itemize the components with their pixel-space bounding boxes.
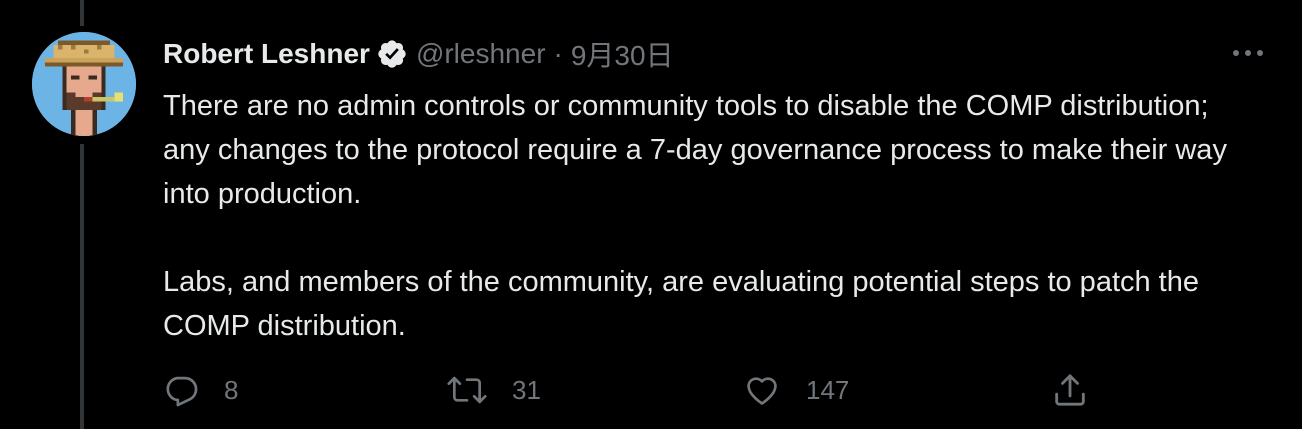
retweet-count: 31 <box>512 374 541 405</box>
verified-badge-icon <box>376 38 408 70</box>
tweet-date[interactable]: 9月30日 <box>571 34 674 74</box>
share-button[interactable] <box>1050 368 1090 412</box>
tweet-text: There are no admin controls or community… <box>163 84 1243 348</box>
more-icon <box>1233 50 1263 56</box>
like-button[interactable]: 147 <box>742 368 849 412</box>
author-display-name[interactable]: Robert Leshner <box>163 38 370 70</box>
tweet[interactable]: Robert Leshner @rleshner · 9月30日 There a… <box>0 0 1302 429</box>
retweet-button[interactable]: 31 <box>446 368 541 412</box>
tweet-paragraph: There are no admin controls or community… <box>163 90 1227 210</box>
reply-icon <box>166 376 198 407</box>
reply-count: 8 <box>224 374 239 405</box>
heart-icon <box>747 377 777 405</box>
thread-line <box>80 144 84 429</box>
reply-button[interactable]: 8 <box>162 368 238 412</box>
separator-dot: · <box>553 38 563 69</box>
more-options-button[interactable] <box>1226 38 1270 68</box>
tweet-paragraph: Labs, and members of the community, are … <box>163 266 1199 342</box>
tweet-header: Robert Leshner @rleshner · 9月30日 <box>163 36 674 72</box>
author-handle[interactable]: @rleshner <box>416 38 546 70</box>
like-count: 147 <box>806 374 850 405</box>
avatar[interactable] <box>32 32 136 136</box>
share-icon <box>1055 374 1085 406</box>
retweet-icon <box>447 376 487 404</box>
thread-line <box>80 0 84 26</box>
